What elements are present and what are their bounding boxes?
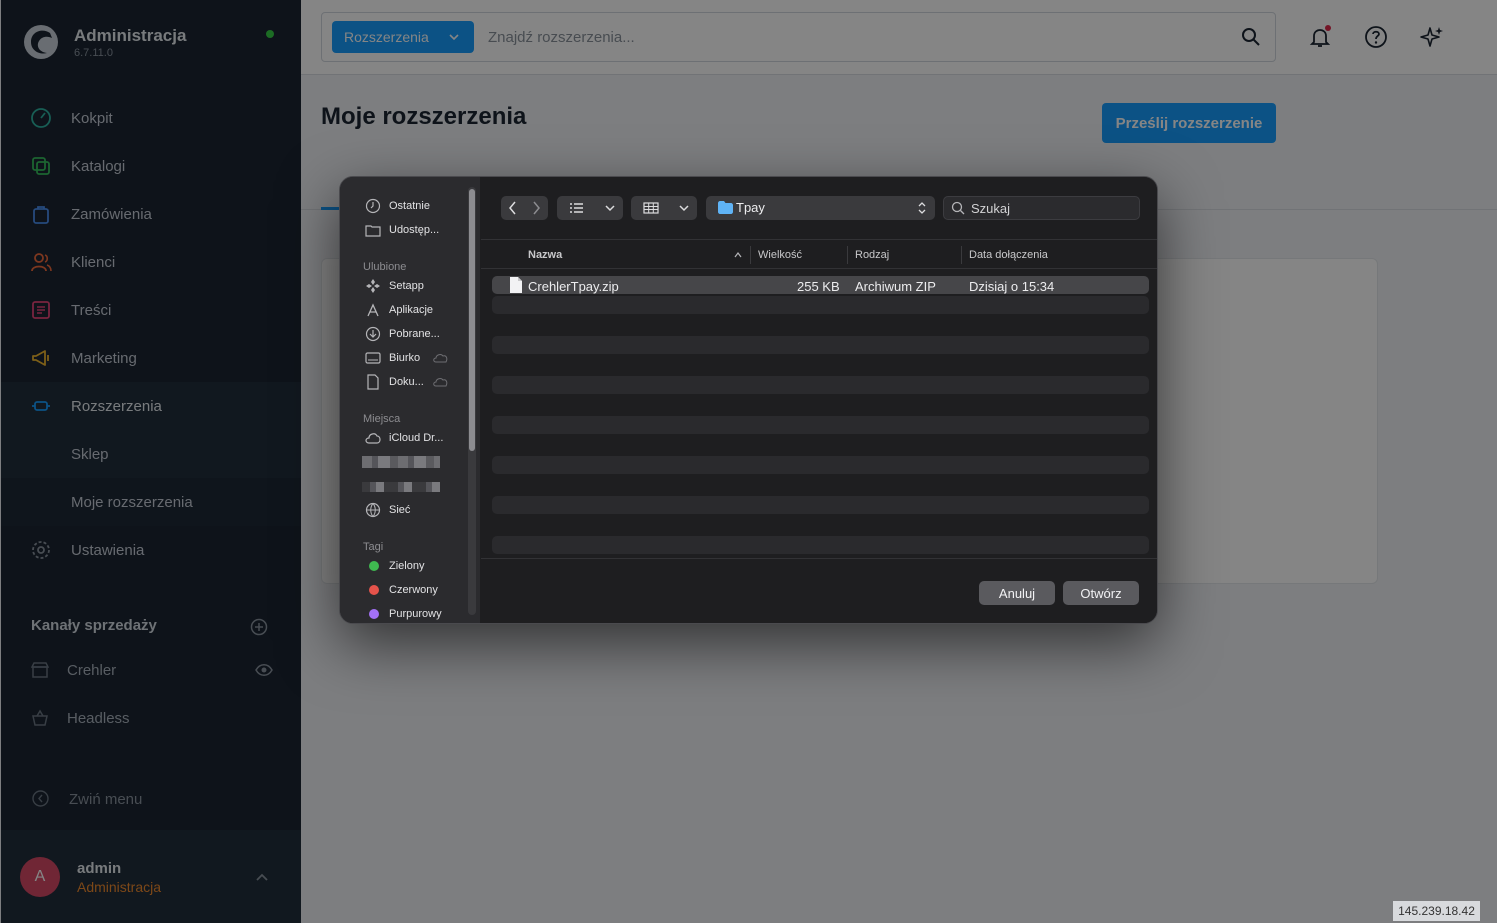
column-header-kind[interactable]: Rodzaj bbox=[855, 249, 889, 261]
desktop-icon bbox=[365, 352, 381, 364]
setapp-icon bbox=[366, 279, 380, 293]
dialog-sidebar-label: Sieć bbox=[389, 504, 411, 516]
search-icon bbox=[951, 201, 965, 215]
chevron-down-icon bbox=[605, 205, 615, 212]
location-popup[interactable]: Tpay bbox=[706, 196, 935, 220]
tag-color-dot bbox=[369, 561, 379, 571]
icloud-status-icon bbox=[433, 378, 448, 387]
sidebar-scrollbar-thumb[interactable] bbox=[469, 189, 475, 451]
file-date: Dzisiaj o 15:34 bbox=[969, 279, 1055, 294]
tag-color-dot bbox=[369, 609, 379, 619]
clock-icon bbox=[365, 198, 381, 214]
tag-color-dot bbox=[369, 585, 379, 595]
icloud-status-icon bbox=[433, 354, 448, 363]
location-label: Tpay bbox=[736, 200, 765, 215]
dialog-sidebar-label: Doku... bbox=[389, 376, 424, 388]
places-section-title: Miejsca bbox=[363, 413, 401, 425]
cancel-button[interactable]: Anuluj bbox=[979, 581, 1055, 605]
admin-window: Administracja 6.7.11.0 Kokpit Katalogi Z… bbox=[0, 0, 1497, 923]
dialog-search-input[interactable]: Szukaj bbox=[943, 196, 1140, 220]
up-down-chevron-icon bbox=[918, 202, 926, 214]
dialog-main: Tpay Szukaj Nazwa Wielkość Rodzaj Data d… bbox=[481, 177, 1157, 623]
folder-icon bbox=[718, 201, 733, 214]
dialog-sidebar: Ostatnie Udostęp... Ulubione Setapp Apli… bbox=[340, 177, 480, 623]
dialog-sidebar-label: Udostęp... bbox=[389, 224, 440, 236]
favorites-section-title: Ulubione bbox=[363, 261, 407, 273]
zip-file-icon bbox=[510, 277, 522, 293]
file-size: 255 KB bbox=[797, 279, 840, 294]
open-button[interactable]: Otwórz bbox=[1063, 581, 1139, 605]
file-kind: Archiwum ZIP bbox=[855, 279, 936, 294]
redacted-location bbox=[362, 456, 440, 468]
empty-row bbox=[492, 536, 1149, 554]
file-open-dialog: Ostatnie Udostęp... Ulubione Setapp Apli… bbox=[339, 176, 1158, 624]
group-view-button[interactable] bbox=[631, 196, 697, 220]
redacted-location bbox=[362, 482, 440, 492]
empty-row bbox=[492, 416, 1149, 434]
document-icon bbox=[367, 374, 379, 390]
column-separator[interactable] bbox=[961, 246, 962, 264]
dialog-sidebar-label: Purpurowy bbox=[389, 608, 442, 620]
chevron-down-icon bbox=[679, 205, 689, 212]
ip-address-label: 145.239.18.42 bbox=[1393, 901, 1480, 921]
tags-section-title: Tagi bbox=[363, 541, 384, 553]
cloud-icon bbox=[365, 433, 381, 444]
chevron-right-icon[interactable] bbox=[524, 196, 548, 220]
network-globe-icon bbox=[365, 502, 381, 518]
column-separator[interactable] bbox=[847, 246, 848, 264]
dialog-sidebar-label: Ostatnie bbox=[389, 200, 430, 212]
file-list-header: Nazwa Wielkość Rodzaj Data dołączenia bbox=[481, 239, 1157, 269]
column-header-date-added[interactable]: Data dołączenia bbox=[969, 249, 1048, 261]
chevron-left-icon[interactable] bbox=[501, 196, 525, 220]
grid-view-icon bbox=[643, 202, 659, 214]
list-view-button[interactable] bbox=[557, 196, 623, 220]
empty-row bbox=[492, 496, 1149, 514]
column-separator[interactable] bbox=[750, 246, 751, 264]
sort-ascending-icon[interactable] bbox=[733, 250, 743, 260]
dialog-sidebar-label: Aplikacje bbox=[389, 304, 434, 316]
file-row[interactable]: CrehlerTpay.zip 255 KB Archiwum ZIP Dzis… bbox=[492, 276, 1149, 294]
back-forward-buttons bbox=[501, 196, 548, 220]
shared-folder-icon bbox=[365, 225, 381, 237]
download-icon bbox=[365, 326, 381, 342]
column-header-size[interactable]: Wielkość bbox=[758, 249, 802, 261]
empty-row bbox=[492, 456, 1149, 474]
column-header-name[interactable]: Nazwa bbox=[528, 249, 562, 261]
list-view-icon bbox=[570, 203, 583, 213]
empty-row bbox=[492, 376, 1149, 394]
dialog-sidebar-label: Biurko bbox=[389, 352, 421, 364]
applications-icon bbox=[367, 303, 379, 317]
dialog-sidebar-label: iCloud Dr... bbox=[389, 432, 444, 444]
dialog-search-placeholder: Szukaj bbox=[971, 201, 1011, 216]
dialog-sidebar-label: Zielony bbox=[389, 560, 425, 572]
dialog-sidebar-label: Pobrane... bbox=[389, 328, 440, 340]
empty-row bbox=[492, 336, 1149, 354]
empty-row bbox=[492, 296, 1149, 314]
dialog-footer-divider bbox=[481, 558, 1157, 559]
dialog-sidebar-label: Czerwony bbox=[389, 584, 438, 596]
dialog-sidebar-label: Setapp bbox=[389, 280, 424, 292]
file-name: CrehlerTpay.zip bbox=[528, 279, 619, 294]
